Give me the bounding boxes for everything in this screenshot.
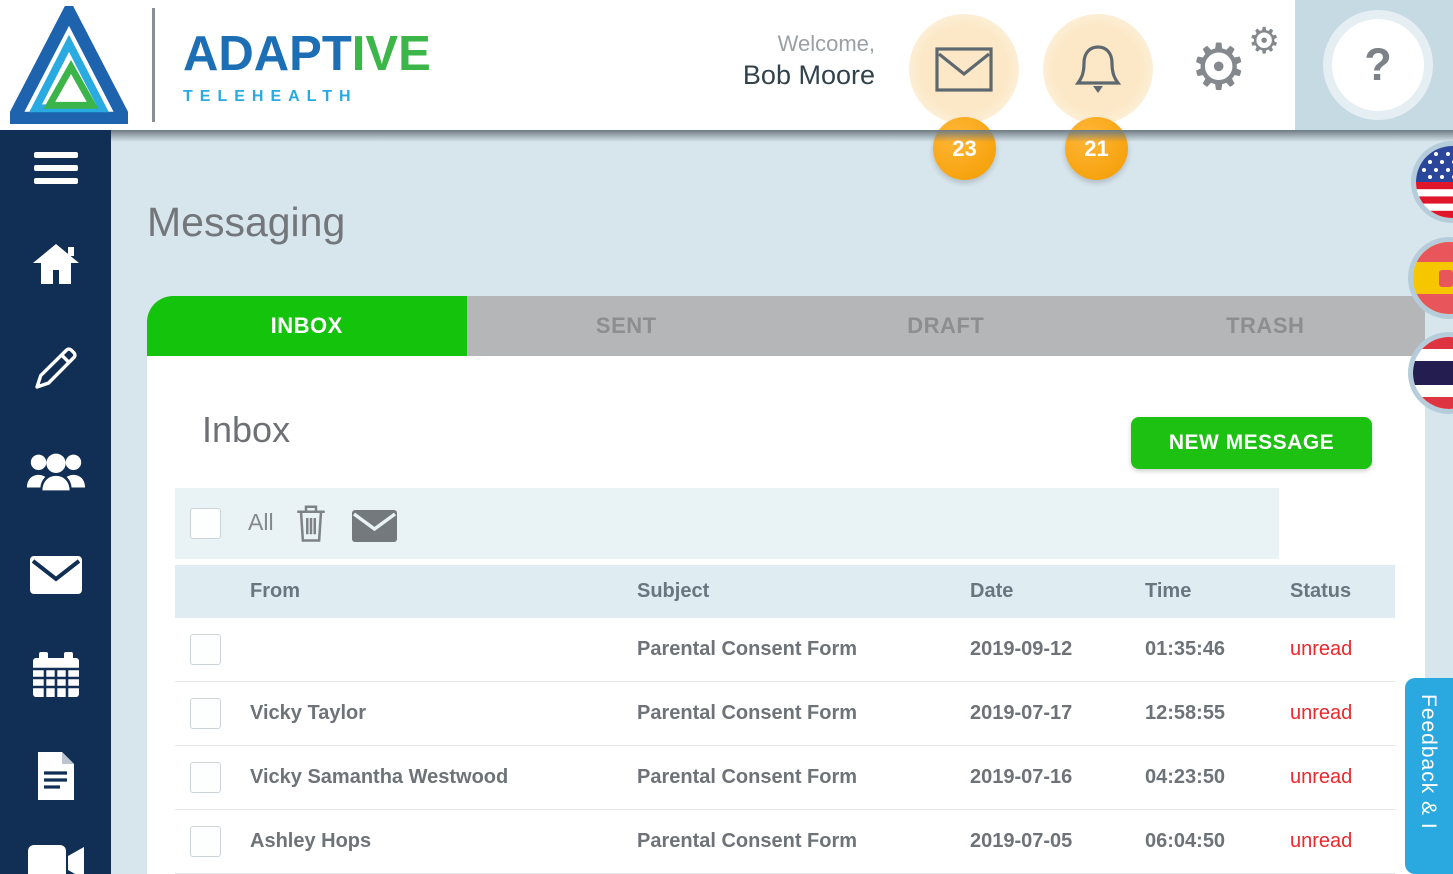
usa-flag-icon [1416, 146, 1453, 218]
inbox-toolbar: All [175, 488, 1279, 559]
status-cell: unread [1290, 766, 1352, 789]
app-window: ADAPTIVE TELEHEALTH Welcome, Bob Moore 2… [0, 0, 1453, 874]
welcome-block: Welcome, Bob Moore [680, 31, 875, 91]
sidebar-item-users[interactable] [0, 450, 111, 494]
language-flag-usa[interactable] [1416, 146, 1453, 218]
sidebar-item-edit[interactable] [0, 342, 111, 394]
sidebar-item-menu[interactable] [0, 148, 111, 187]
brand-name-primary: ADAPT [183, 27, 352, 81]
settings-button[interactable]: ⚙ ⚙ [1190, 22, 1285, 117]
delete-icon[interactable] [296, 504, 326, 542]
column-header-time[interactable]: Time [1145, 580, 1191, 603]
sidebar-item-calendar[interactable] [0, 652, 111, 698]
envelope-icon [935, 47, 993, 92]
document-icon [36, 752, 76, 800]
row-checkbox[interactable] [190, 698, 221, 729]
envelope-filled-icon [30, 556, 82, 594]
table-header-row: From Subject Date Time Status [175, 565, 1395, 618]
messages-count-badge[interactable]: 23 [933, 117, 996, 180]
sidebar-item-messages[interactable] [0, 556, 111, 594]
date-cell: 2019-07-05 [970, 830, 1072, 853]
date-cell: 2019-07-17 [970, 702, 1072, 725]
from-cell: Vicky Samantha Westwood [250, 766, 508, 789]
status-cell: unread [1290, 638, 1352, 661]
status-cell: unread [1290, 830, 1352, 853]
bell-icon [1075, 43, 1121, 95]
table-body: Parental Consent Form 2019-09-12 01:35:46 u… [175, 618, 1395, 874]
gear-small-icon: ⚙ [1248, 24, 1280, 60]
table-row[interactable]: Vicky Samantha Westwood Parental Consent … [175, 746, 1395, 810]
subject-cell: Parental Consent Form [637, 702, 857, 725]
page-title: Messaging [147, 199, 345, 246]
status-cell: unread [1290, 702, 1352, 725]
notifications-count-badge[interactable]: 21 [1065, 117, 1128, 180]
row-checkbox[interactable] [190, 634, 221, 665]
sidebar-item-documents[interactable] [0, 752, 111, 800]
brand-name-accent: IVE [352, 27, 431, 81]
from-cell: Ashley Hops [250, 830, 371, 853]
time-cell: 04:23:50 [1145, 766, 1225, 789]
table-row[interactable]: Ashley Hops Parental Consent Form 2019-07-… [175, 810, 1395, 874]
users-icon [25, 450, 87, 494]
sidebar-item-video[interactable] [0, 845, 111, 874]
video-camera-icon [28, 845, 84, 874]
brand-tagline: TELEHEALTH [183, 88, 431, 106]
row-checkbox[interactable] [190, 826, 221, 857]
tab-inbox[interactable]: INBOX [147, 296, 467, 356]
home-icon [31, 242, 81, 286]
messages-button[interactable] [909, 14, 1019, 124]
sidebar-nav [0, 130, 111, 874]
inbox-card: Inbox NEW MESSAGE All From Subject Date … [147, 356, 1425, 874]
mark-read-icon[interactable] [352, 510, 397, 542]
header-shadow [111, 130, 1453, 142]
help-button[interactable]: ? [1332, 19, 1424, 111]
subject-cell: Parental Consent Form [637, 638, 857, 661]
tab-trash[interactable]: TRASH [1106, 296, 1426, 356]
sidebar-item-home[interactable] [0, 242, 111, 286]
row-checkbox[interactable] [190, 762, 221, 793]
column-header-subject[interactable]: Subject [637, 580, 709, 603]
feedback-tab[interactable]: Feedback & I [1405, 678, 1453, 874]
time-cell: 12:58:55 [1145, 702, 1225, 725]
logo-divider [152, 8, 155, 122]
new-message-button[interactable]: NEW MESSAGE [1131, 417, 1372, 469]
table-row[interactable]: Parental Consent Form 2019-09-12 01:35:46 u… [175, 618, 1395, 682]
column-header-date[interactable]: Date [970, 580, 1013, 603]
tab-draft[interactable]: DRAFT [786, 296, 1106, 356]
user-name: Bob Moore [680, 60, 875, 91]
help-panel: ? [1295, 0, 1453, 130]
date-cell: 2019-07-16 [970, 766, 1072, 789]
date-cell: 2019-09-12 [970, 638, 1072, 661]
column-header-from[interactable]: From [250, 580, 300, 603]
time-cell: 06:04:50 [1145, 830, 1225, 853]
calendar-icon [32, 652, 80, 698]
brand-logo-icon [10, 6, 128, 124]
tab-sent[interactable]: SENT [467, 296, 787, 356]
feedback-tab-label: Feedback & I [1416, 694, 1440, 830]
gear-icon: ⚙ [1190, 36, 1247, 100]
from-cell: Vicky Taylor [250, 702, 366, 725]
brand-wordmark: ADAPTIVE TELEHEALTH [183, 30, 431, 106]
subject-cell: Parental Consent Form [637, 830, 857, 853]
hamburger-icon [34, 152, 78, 158]
welcome-label: Welcome, [680, 31, 875, 57]
notifications-button[interactable] [1043, 14, 1153, 124]
select-all-label: All [248, 509, 274, 536]
tab-bar: INBOXSENTDRAFTTRASH [147, 296, 1425, 356]
pencil-icon [30, 342, 82, 394]
table-row[interactable]: Vicky Taylor Parental Consent Form 2019-07… [175, 682, 1395, 746]
select-all-checkbox[interactable] [190, 508, 221, 539]
column-header-status[interactable]: Status [1290, 580, 1351, 603]
subject-cell: Parental Consent Form [637, 766, 857, 789]
time-cell: 01:35:46 [1145, 638, 1225, 661]
inbox-heading: Inbox [202, 409, 290, 451]
app-header: ADAPTIVE TELEHEALTH Welcome, Bob Moore 2… [0, 0, 1453, 130]
